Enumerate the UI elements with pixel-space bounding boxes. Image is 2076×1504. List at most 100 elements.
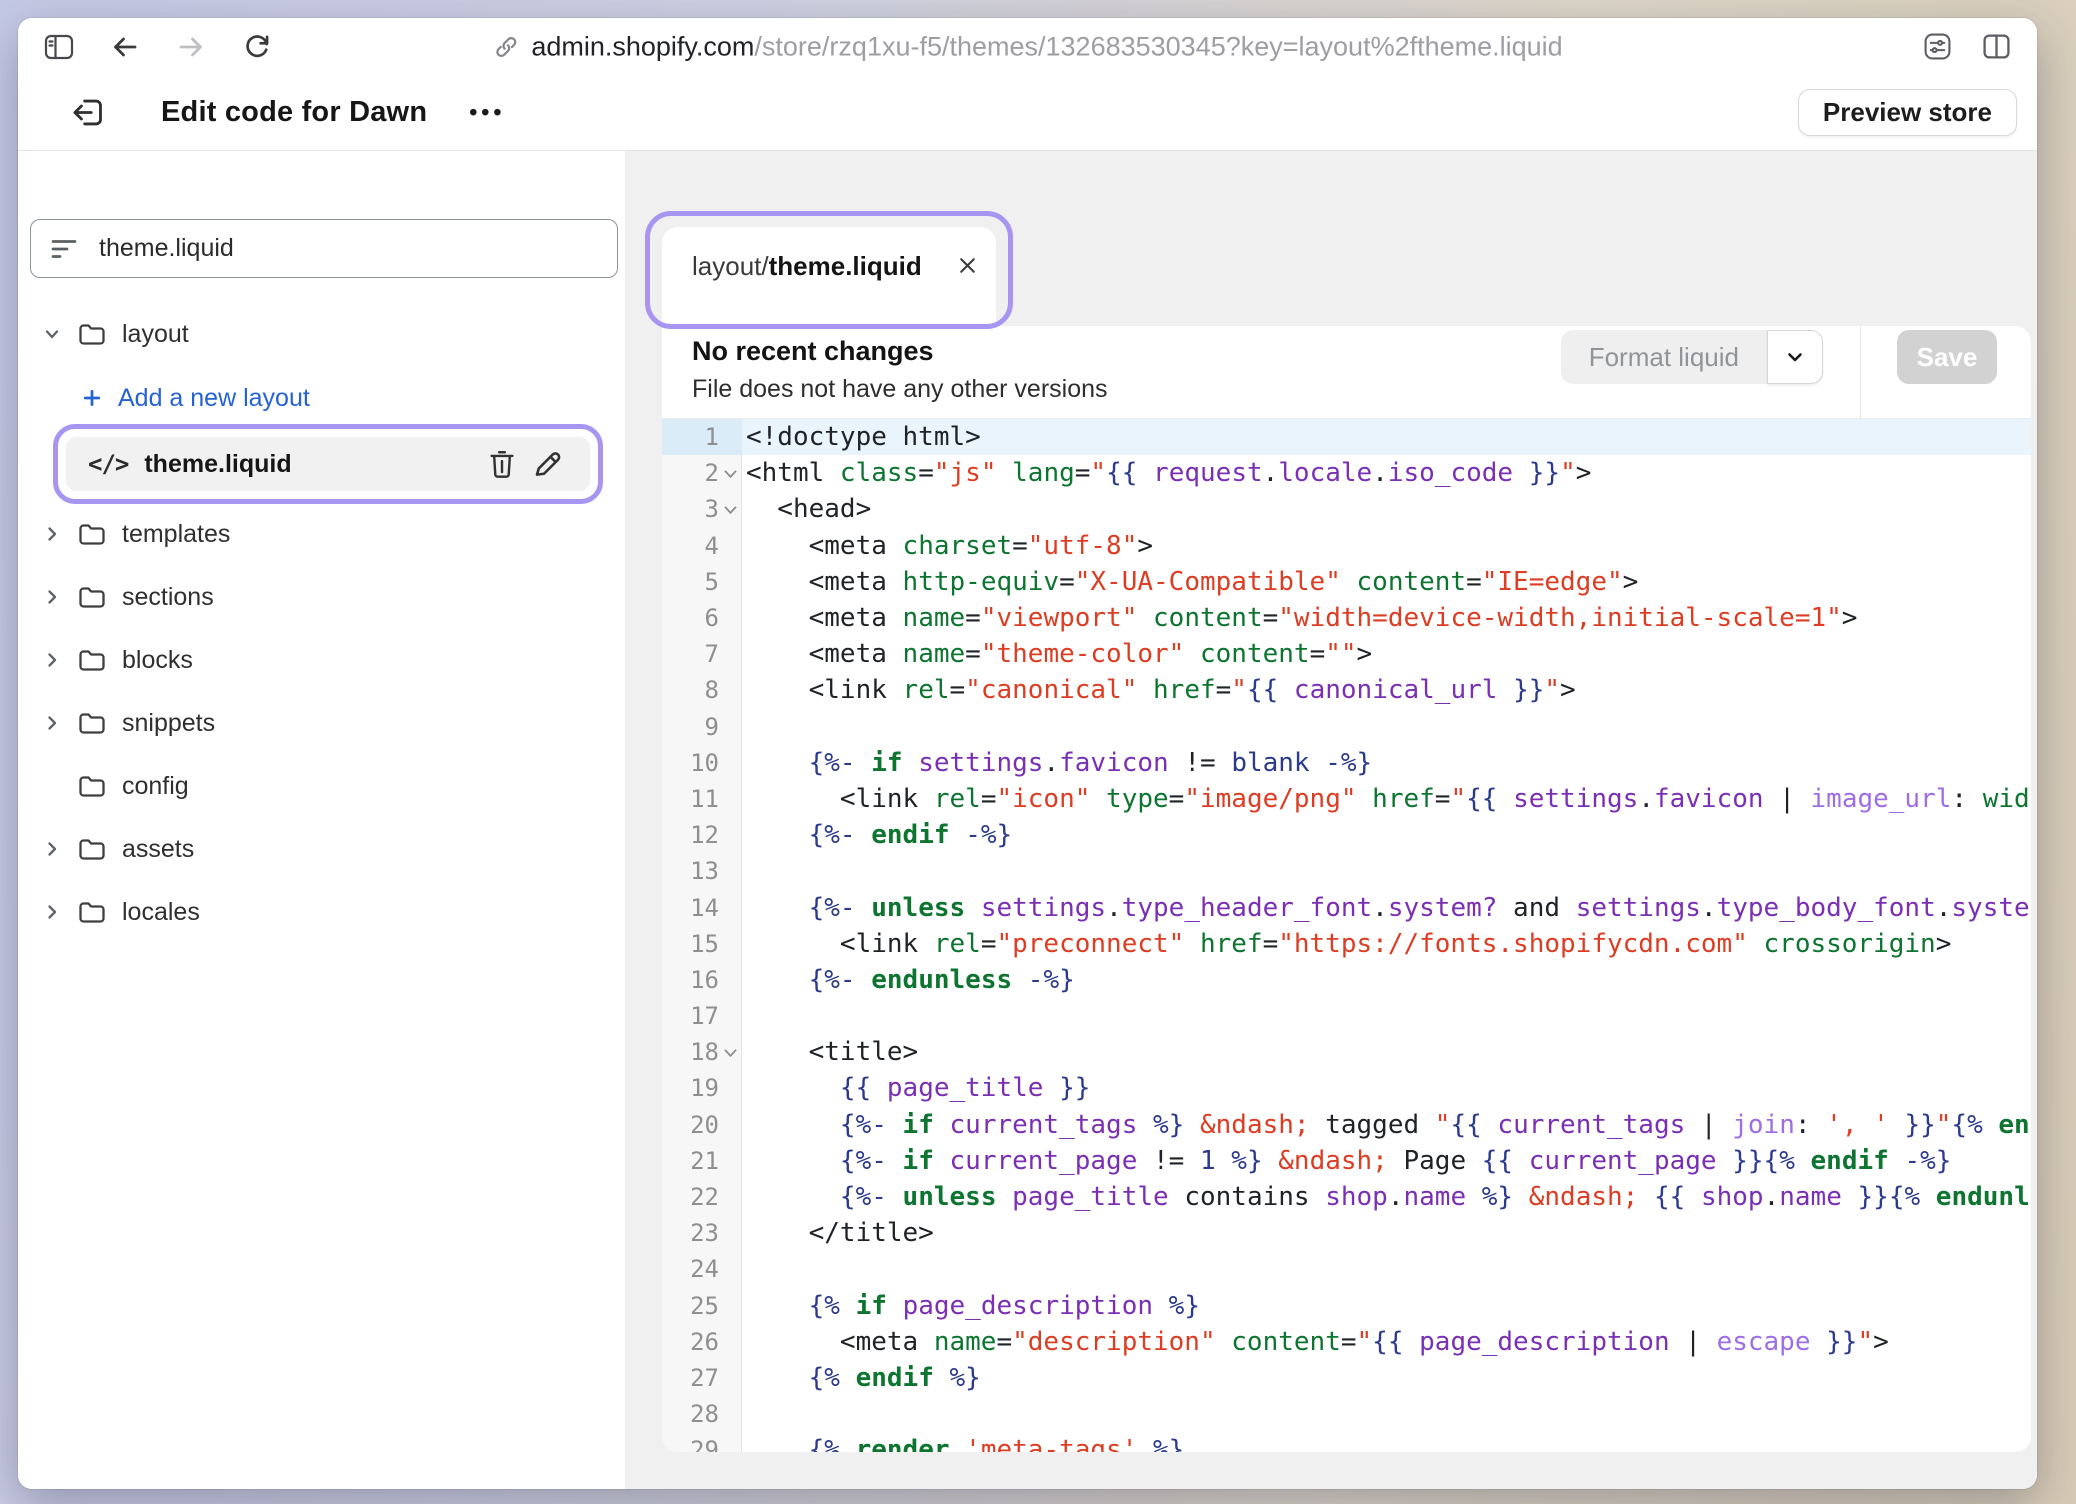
gutter-line-number: 2 bbox=[662, 455, 742, 491]
code-line[interactable]: 9 bbox=[662, 709, 2031, 745]
code-line[interactable]: 5 <meta http-equiv="X-UA-Compatible" con… bbox=[662, 564, 2031, 600]
folder-icon bbox=[78, 711, 106, 735]
code-line[interactable]: 6 <meta name="viewport" content="width=d… bbox=[662, 600, 2031, 636]
save-button[interactable]: Save bbox=[1897, 330, 1997, 384]
chevron-down-icon[interactable] bbox=[42, 324, 62, 344]
sidebar-item-layout[interactable]: layout bbox=[18, 318, 625, 350]
code-line[interactable]: 2<html class="js" lang="{{ request.local… bbox=[662, 455, 2031, 491]
editor-card-header: No recent changes File does not have any… bbox=[662, 326, 2031, 419]
url-bar[interactable]: admin.shopify.com/store/rzq1xu-f5/themes… bbox=[492, 31, 1562, 62]
versions-status-text: File does not have any other versions bbox=[692, 375, 1108, 404]
sidebar-item-theme-liquid[interactable]: </>theme.liquid bbox=[66, 437, 590, 491]
code-line[interactable]: 28 bbox=[662, 1396, 2031, 1432]
sidebar-item-assets[interactable]: assets bbox=[18, 833, 625, 865]
changes-status-title: No recent changes bbox=[692, 336, 934, 367]
overflow-menu-icon[interactable]: ••• bbox=[469, 99, 505, 126]
code-line[interactable]: 14 {%- unless settings.type_header_font.… bbox=[662, 889, 2031, 925]
sidebar-item-sections[interactable]: sections bbox=[18, 581, 625, 613]
browser-settings-icon[interactable] bbox=[1923, 32, 1952, 61]
code-line[interactable]: 15 <link rel="preconnect" href="https://… bbox=[662, 926, 2031, 962]
sidebar-item-blocks[interactable]: blocks bbox=[18, 644, 625, 676]
gutter-line-number: 27 bbox=[662, 1360, 742, 1396]
add-new-layout-button[interactable]: Add a new layout bbox=[18, 382, 625, 414]
gutter-line-number: 29 bbox=[662, 1432, 742, 1452]
back-arrow-icon[interactable] bbox=[110, 33, 140, 61]
code-line[interactable]: 13 bbox=[662, 853, 2031, 889]
folder-icon bbox=[78, 522, 106, 546]
exit-editor-icon[interactable] bbox=[70, 95, 107, 130]
code-line[interactable]: 3 <head> bbox=[662, 491, 2031, 527]
code-line[interactable]: 1<!doctype html> bbox=[662, 419, 2031, 455]
page-title: Edit code for Dawn bbox=[161, 96, 427, 129]
gutter-line-number: 22 bbox=[662, 1179, 742, 1215]
search-input[interactable] bbox=[97, 233, 601, 264]
code-line[interactable]: 19 {{ page_title }} bbox=[662, 1070, 2031, 1106]
gutter-line-number: 17 bbox=[662, 998, 742, 1034]
plus-icon bbox=[82, 386, 102, 410]
gutter-line-number: 21 bbox=[662, 1143, 742, 1179]
gutter-line-number: 14 bbox=[662, 889, 742, 925]
code-file-icon: </> bbox=[88, 450, 128, 478]
chevron-right-icon[interactable] bbox=[42, 713, 62, 733]
format-options-chevron-icon[interactable] bbox=[1767, 330, 1823, 384]
code-line[interactable]: 8 <link rel="canonical" href="{{ canonic… bbox=[662, 672, 2031, 708]
file-sidebar: layout Add a new layout </>theme.liquid tem… bbox=[18, 151, 625, 1489]
gutter-line-number: 5 bbox=[662, 564, 742, 600]
folder-icon bbox=[78, 648, 106, 672]
gutter-line-number: 25 bbox=[662, 1288, 742, 1324]
folder-icon bbox=[78, 774, 106, 798]
sidebar-item-snippets[interactable]: snippets bbox=[18, 707, 625, 739]
gutter-line-number: 15 bbox=[662, 926, 742, 962]
code-line[interactable]: 11 <link rel="icon" type="image/png" hre… bbox=[662, 781, 2031, 817]
code-line[interactable]: 25 {% if page_description %} bbox=[662, 1288, 2031, 1324]
preview-store-button[interactable]: Preview store bbox=[1798, 89, 2017, 136]
sidebar-item-config[interactable]: config bbox=[18, 770, 625, 802]
editor-card: No recent changes File does not have any… bbox=[662, 326, 2031, 1452]
chevron-right-icon[interactable] bbox=[42, 587, 62, 607]
code-line[interactable]: 26 <meta name="description" content="{{ … bbox=[662, 1324, 2031, 1360]
fold-chevron-icon[interactable] bbox=[723, 505, 738, 515]
sidebar-toggle-icon[interactable] bbox=[44, 34, 74, 60]
split-view-icon[interactable] bbox=[1982, 33, 2011, 60]
code-line[interactable]: 22 {%- unless page_title contains shop.n… bbox=[662, 1179, 2031, 1215]
code-line[interactable]: 7 <meta name="theme-color" content=""> bbox=[662, 636, 2031, 672]
sidebar-item-label: layout bbox=[122, 320, 189, 349]
chevron-right-icon[interactable] bbox=[42, 524, 62, 544]
header-divider bbox=[1860, 326, 1861, 418]
gutter-line-number: 6 bbox=[662, 600, 742, 636]
format-liquid-button[interactable]: Format liquid bbox=[1561, 330, 1823, 384]
code-line[interactable]: 18 <title> bbox=[662, 1034, 2031, 1070]
file-search-box[interactable] bbox=[30, 219, 618, 278]
rename-file-icon[interactable] bbox=[532, 449, 562, 479]
chevron-right-icon[interactable] bbox=[42, 650, 62, 670]
code-line[interactable]: 27 {% endif %} bbox=[662, 1360, 2031, 1396]
code-line[interactable]: 17 bbox=[662, 998, 2031, 1034]
code-line[interactable]: 12 {%- endif -%} bbox=[662, 817, 2031, 853]
chevron-right-icon[interactable] bbox=[42, 902, 62, 922]
sidebar-item-locales[interactable]: locales bbox=[18, 896, 625, 928]
code-line[interactable]: 4 <meta charset="utf-8"> bbox=[662, 528, 2031, 564]
sidebar-item-label: assets bbox=[122, 835, 194, 864]
code-editor[interactable]: 1<!doctype html>2<html class="js" lang="… bbox=[662, 419, 2031, 1452]
url-path: /store/rzq1xu-f5/themes/132683530345?key… bbox=[754, 31, 1562, 61]
forward-arrow-icon[interactable] bbox=[176, 33, 206, 61]
sidebar-item-label: templates bbox=[122, 520, 230, 549]
code-line[interactable]: 29 {% render 'meta-tags' %} bbox=[662, 1432, 2031, 1452]
folder-icon bbox=[78, 900, 106, 924]
code-line[interactable]: 16 {%- endunless -%} bbox=[662, 962, 2031, 998]
delete-file-icon[interactable] bbox=[488, 449, 516, 479]
fold-chevron-icon[interactable] bbox=[723, 469, 738, 479]
gutter-line-number: 3 bbox=[662, 491, 742, 527]
sidebar-item-templates[interactable]: templates bbox=[18, 518, 625, 550]
fold-chevron-icon[interactable] bbox=[723, 1048, 738, 1058]
reload-icon[interactable] bbox=[242, 32, 272, 62]
code-line[interactable]: 20 {%- if current_tags %} &ndash; tagged… bbox=[662, 1107, 2031, 1143]
code-line[interactable]: 10 {%- if settings.favicon != blank -%} bbox=[662, 745, 2031, 781]
browser-window: admin.shopify.com/store/rzq1xu-f5/themes… bbox=[18, 18, 2037, 1489]
code-line[interactable]: 24 bbox=[662, 1251, 2031, 1287]
gutter-line-number: 18 bbox=[662, 1034, 742, 1070]
folder-icon bbox=[78, 585, 106, 609]
code-line[interactable]: 21 {%- if current_page != 1 %} &ndash; P… bbox=[662, 1143, 2031, 1179]
code-line[interactable]: 23 </title> bbox=[662, 1215, 2031, 1251]
chevron-right-icon[interactable] bbox=[42, 839, 62, 859]
